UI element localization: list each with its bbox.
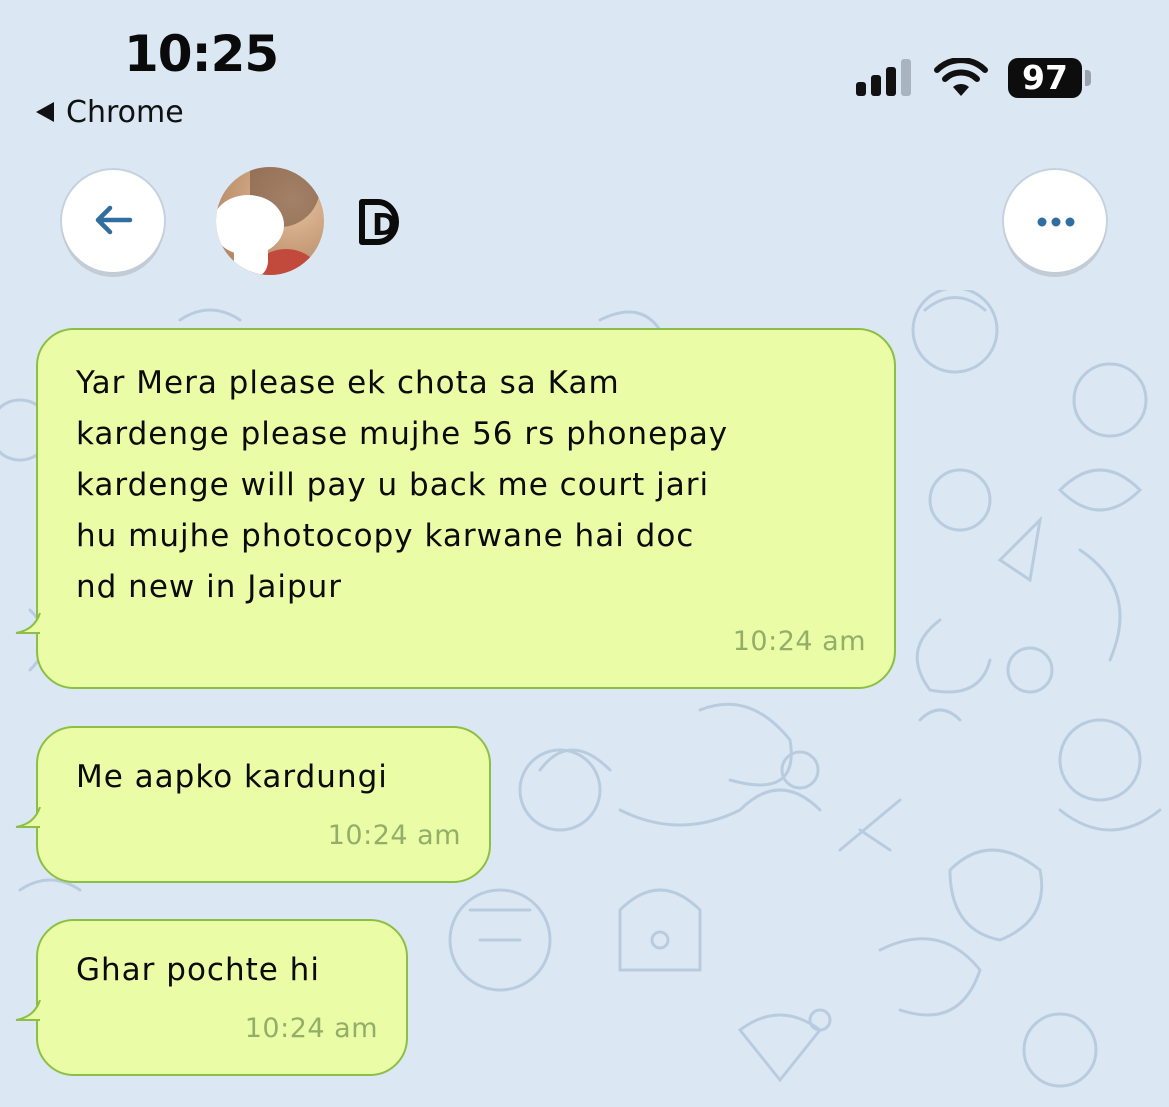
message-text: Ghar pochte hi — [76, 952, 320, 988]
message-text: Me aapko kardungi — [76, 759, 388, 795]
back-button[interactable] — [62, 170, 164, 272]
bubble-tail — [15, 613, 41, 634]
contact-initial: D — [372, 208, 397, 243]
status-time: 10:25 — [124, 25, 279, 83]
message-time: 10:24 am — [244, 1013, 378, 1044]
contact-avatar[interactable] — [216, 167, 324, 275]
battery-level: 97 — [1008, 58, 1082, 98]
back-triangle-icon — [36, 102, 54, 122]
arrow-left-icon — [95, 205, 133, 235]
more-options-button[interactable] — [1004, 170, 1106, 272]
message-bubble[interactable]: Yar Mera please ek chota sa Kam kardenge… — [15, 328, 896, 689]
message-bubble[interactable]: Ghar pochte hi 10:24 am — [15, 919, 408, 1076]
ellipsis-icon — [1037, 217, 1075, 227]
wifi-icon — [934, 58, 988, 96]
message-time: 10:24 am — [732, 626, 866, 657]
bubble-tail — [15, 807, 41, 828]
back-to-app[interactable]: Chrome — [36, 92, 184, 132]
message-time: 10:24 am — [327, 820, 461, 851]
bubble-tail — [15, 1000, 41, 1021]
signal-icon — [856, 59, 911, 96]
message-bubble[interactable]: Me aapko kardungi 10:24 am — [15, 726, 491, 883]
contact-name[interactable]: D — [356, 196, 406, 248]
back-app-label: Chrome — [66, 94, 184, 130]
battery-icon: 97 — [1008, 58, 1092, 100]
battery-cap — [1085, 70, 1091, 86]
message-text: Yar Mera please ek chota sa Kam kardenge… — [76, 365, 729, 605]
